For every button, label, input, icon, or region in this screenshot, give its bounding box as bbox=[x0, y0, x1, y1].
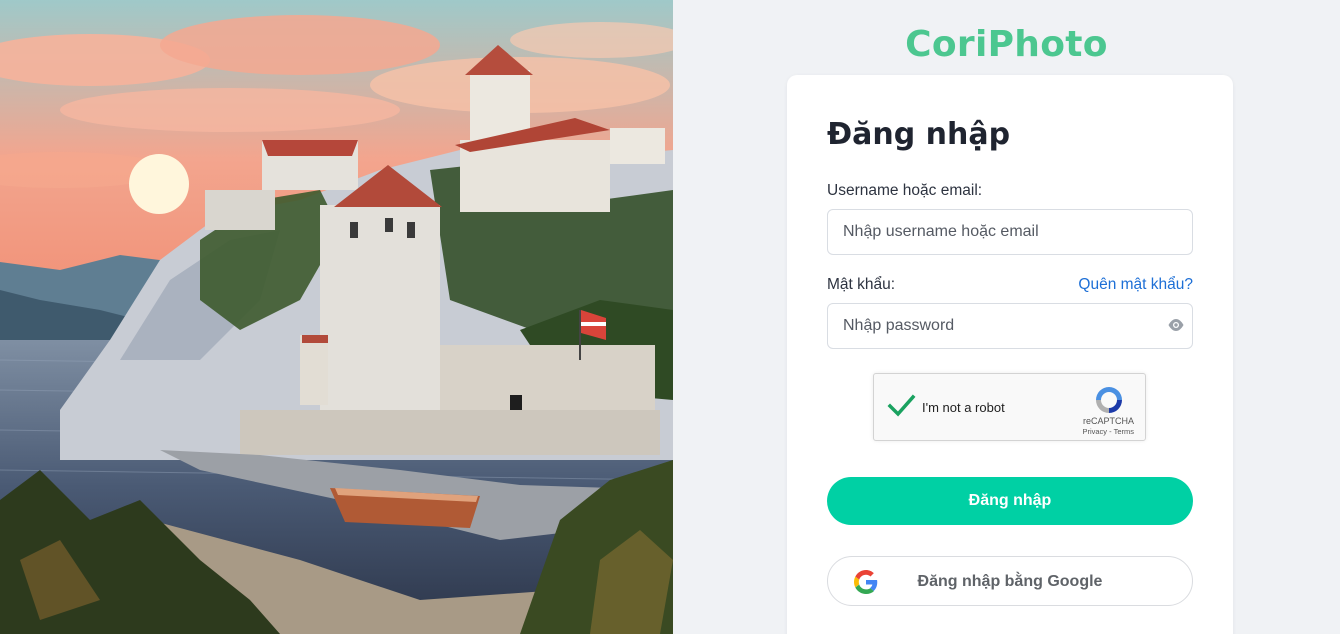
forgot-password-link[interactable]: Quên mật khẩu? bbox=[1078, 276, 1193, 294]
password-label: Mật khẩu: bbox=[827, 276, 896, 293]
brand-logo: CoriPhoto bbox=[905, 24, 1108, 65]
login-button[interactable]: Đăng nhập bbox=[827, 477, 1193, 525]
recaptcha-logo-icon bbox=[1096, 387, 1122, 413]
recaptcha-brand: reCAPTCHA bbox=[1082, 416, 1134, 426]
google-login-label: Đăng nhập bằng Google bbox=[917, 573, 1103, 590]
page-title: Đăng nhập bbox=[827, 117, 1011, 152]
coastal-castle-illustration bbox=[0, 0, 673, 634]
username-input[interactable] bbox=[827, 209, 1193, 255]
login-card: Đăng nhập Username hoặc email: Mật khẩu:… bbox=[787, 75, 1233, 634]
username-label: Username hoặc email: bbox=[827, 182, 983, 199]
checkmark-icon[interactable] bbox=[886, 391, 916, 421]
password-input[interactable] bbox=[827, 303, 1193, 349]
hero-illustration bbox=[0, 0, 673, 634]
login-panel: CoriPhoto Đăng nhập Username hoặc email:… bbox=[673, 0, 1340, 634]
google-login-button[interactable]: Đăng nhập bằng Google bbox=[827, 556, 1193, 606]
recaptcha-widget: I'm not a robot reCAPTCHA Privacy - Term… bbox=[873, 373, 1146, 441]
sun bbox=[129, 154, 189, 214]
recaptcha-label: I'm not a robot bbox=[922, 400, 1005, 415]
recaptcha-links[interactable]: Privacy - Terms bbox=[1082, 427, 1134, 436]
eye-icon[interactable] bbox=[1167, 318, 1185, 332]
